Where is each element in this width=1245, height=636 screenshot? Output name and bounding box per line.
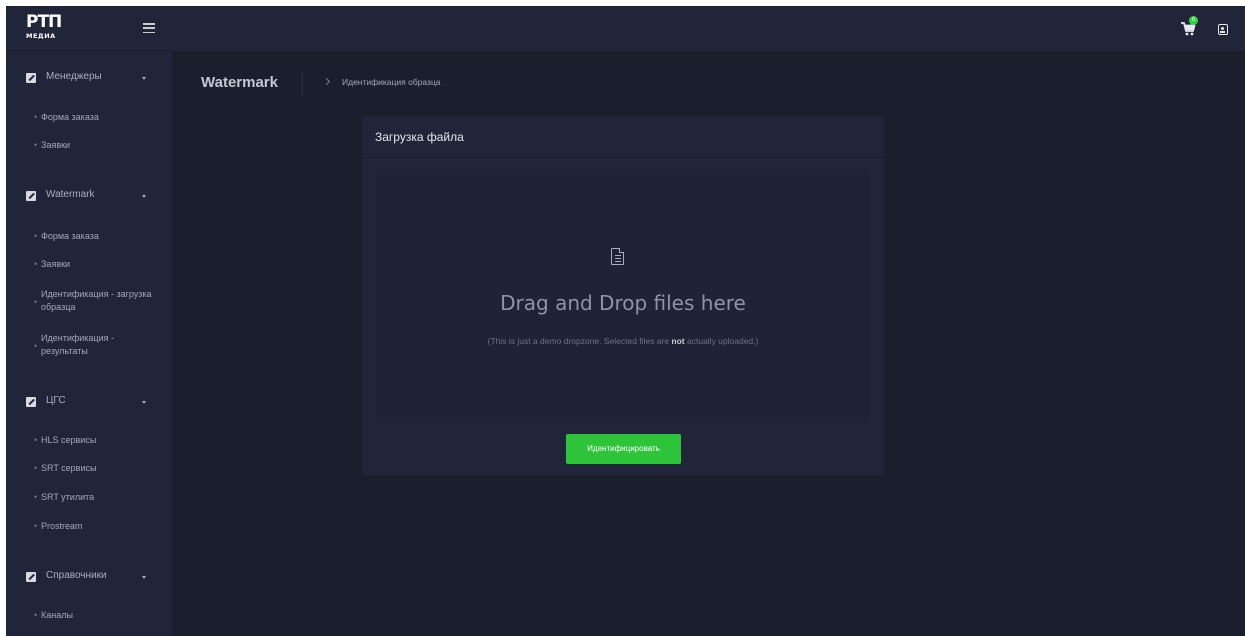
breadcrumb-current: Идентификация образца bbox=[342, 77, 441, 87]
edit-icon bbox=[26, 397, 36, 407]
caret-down-icon bbox=[142, 401, 146, 404]
brand-bar: РТП МЕДИА bbox=[6, 6, 172, 51]
edit-icon bbox=[26, 572, 36, 582]
sidebar-section-cgs[interactable]: ЦГС bbox=[6, 392, 172, 414]
sidebar-section-watermark[interactable]: Watermark bbox=[6, 186, 172, 208]
cart-count-badge: 0 bbox=[1189, 16, 1198, 25]
sidebar-section-managers[interactable]: Менеджеры bbox=[6, 68, 172, 90]
file-dropzone[interactable]: Drag and Drop files here (This is just a… bbox=[376, 172, 870, 420]
file-icon bbox=[611, 248, 624, 265]
sidebar-section-label: Справочники bbox=[46, 570, 107, 581]
upload-card: Загрузка файла Drag and Drop files here … bbox=[362, 116, 884, 475]
sidebar-section-label: Watermark bbox=[46, 189, 95, 200]
caret-down-icon bbox=[142, 77, 146, 80]
edit-icon bbox=[26, 191, 36, 201]
sidebar: РТП МЕДИА Менеджеры • Форма заказа • Заявк… bbox=[6, 6, 172, 636]
card-title: Загрузка файла bbox=[375, 130, 464, 144]
chevron-right-icon bbox=[322, 77, 331, 86]
breadcrumb-divider bbox=[302, 72, 303, 96]
menu-toggle-icon[interactable] bbox=[143, 23, 155, 34]
top-bar: 0 bbox=[172, 6, 1245, 51]
caret-down-icon bbox=[142, 195, 146, 198]
sidebar-section-label: Менеджеры bbox=[46, 71, 102, 82]
card-header: Загрузка файла bbox=[362, 116, 884, 158]
sidebar-item-identification-results[interactable]: • Идентификация - результаты bbox=[34, 332, 164, 358]
sidebar-item-identification-upload[interactable]: • Идентификация - загрузка образца bbox=[34, 288, 164, 314]
user-card-icon[interactable] bbox=[1218, 24, 1228, 35]
logo[interactable]: РТП bbox=[26, 14, 62, 31]
identify-button[interactable]: Идентифицировать bbox=[566, 434, 681, 464]
sidebar-section-references[interactable]: Справочники bbox=[6, 567, 172, 589]
app-window: РТП МЕДИА Менеджеры • Форма заказа • Заявк… bbox=[6, 6, 1245, 636]
dropzone-note: (This is just a demo dropzone. Selected … bbox=[487, 336, 759, 346]
page-title: Watermark bbox=[201, 74, 278, 91]
edit-icon bbox=[26, 73, 36, 83]
dropzone-title: Drag and Drop files here bbox=[500, 291, 746, 315]
caret-down-icon bbox=[142, 576, 146, 579]
logo-subtitle: МЕДИА bbox=[26, 32, 56, 40]
sidebar-section-label: ЦГС bbox=[46, 395, 66, 406]
